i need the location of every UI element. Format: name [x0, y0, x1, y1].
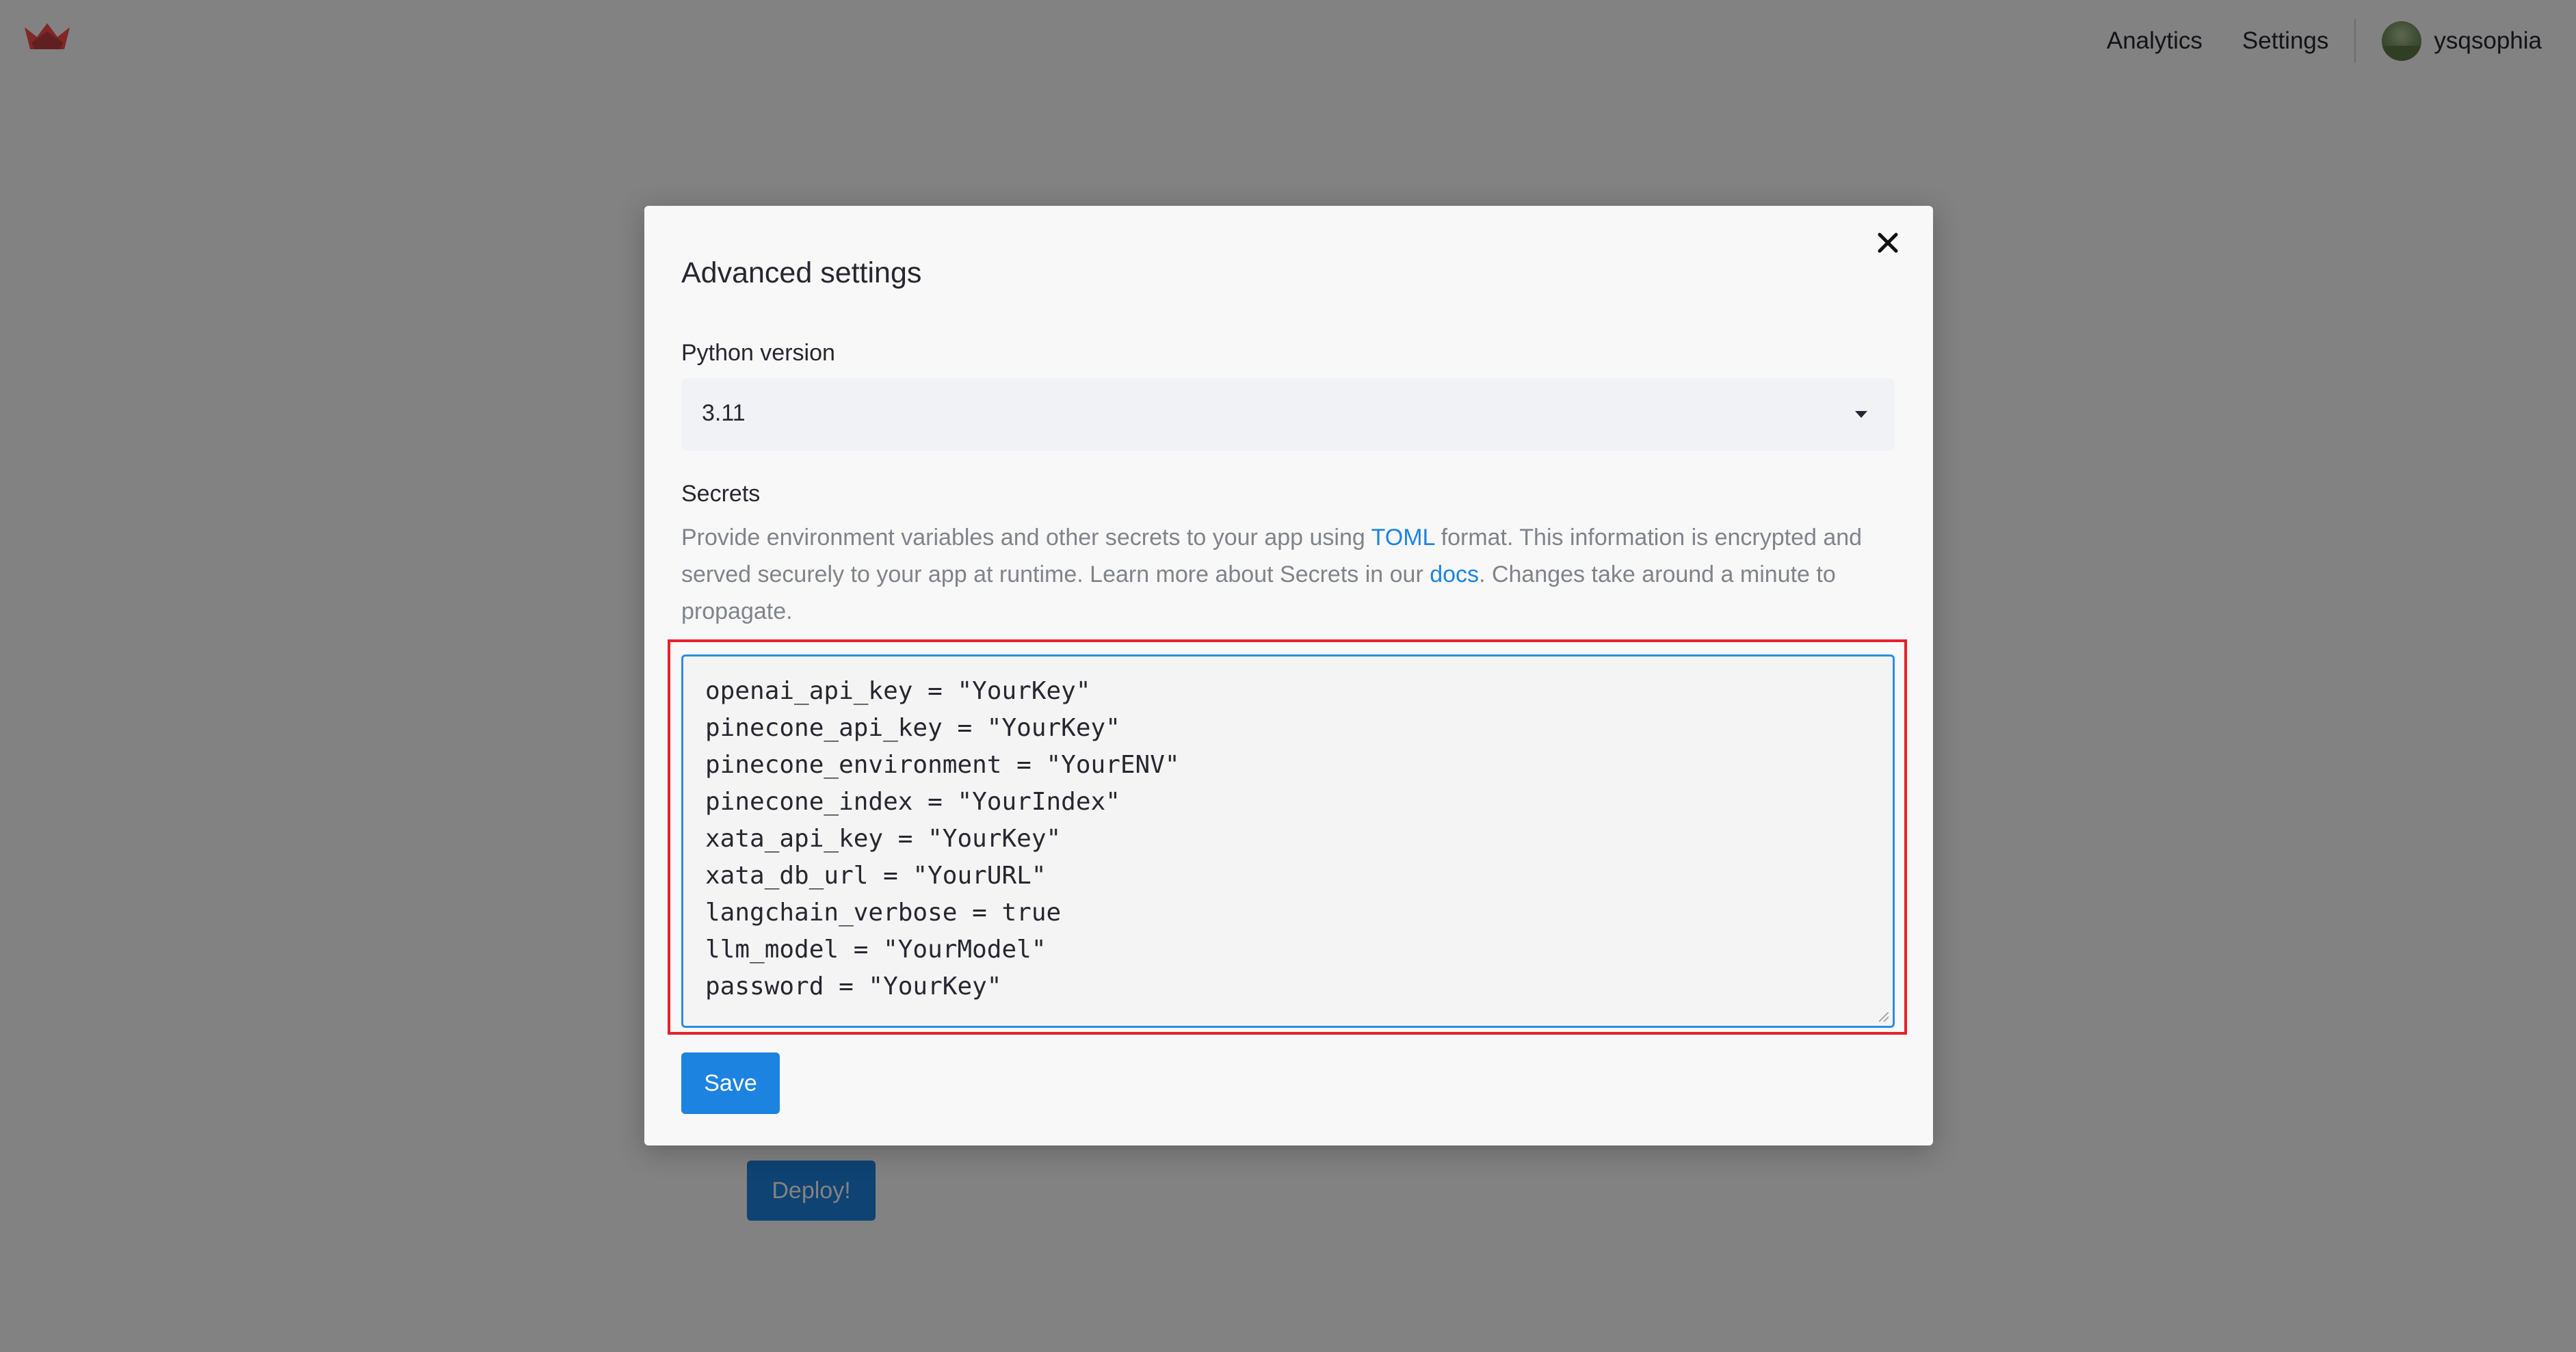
docs-link[interactable]: docs [1430, 561, 1479, 587]
resize-handle-icon[interactable] [1879, 1012, 1889, 1022]
secret-line: pinecone_environment = "YourENV" [705, 751, 1180, 779]
secret-line: password = "YourKey" [705, 972, 1002, 1000]
secret-line: langchain_verbose = true [705, 899, 1062, 927]
secret-line: llm_model = "YourModel" [705, 936, 1047, 964]
secret-line: pinecone_index = "YourIndex" [705, 788, 1120, 816]
python-version-label: Python version [681, 340, 835, 366]
close-icon[interactable] [1873, 228, 1903, 258]
modal-title: Advanced settings [681, 256, 922, 289]
secret-line: xata_db_url = "YourURL" [705, 862, 1047, 890]
secret-line: pinecone_api_key = "YourKey" [705, 714, 1120, 742]
secrets-help-part1: Provide environment variables and other … [681, 525, 1371, 551]
secrets-textarea[interactable]: openai_api_key = "YourKey" pinecone_api_… [681, 654, 1895, 1028]
toml-link[interactable]: TOML [1371, 525, 1435, 551]
python-version-value: 3.11 [702, 400, 746, 426]
caret-down-icon [1855, 411, 1867, 418]
secret-line: openai_api_key = "YourKey" [705, 677, 1091, 705]
secrets-help-text: Provide environment variables and other … [681, 519, 1899, 630]
advanced-settings-modal: Advanced settings Python version 3.11 Se… [644, 206, 1933, 1145]
secret-line: xata_api_key = "YourKey" [705, 825, 1062, 853]
secrets-label: Secrets [681, 481, 761, 507]
save-button[interactable]: Save [681, 1052, 780, 1114]
python-version-select[interactable]: 3.11 [681, 378, 1895, 451]
